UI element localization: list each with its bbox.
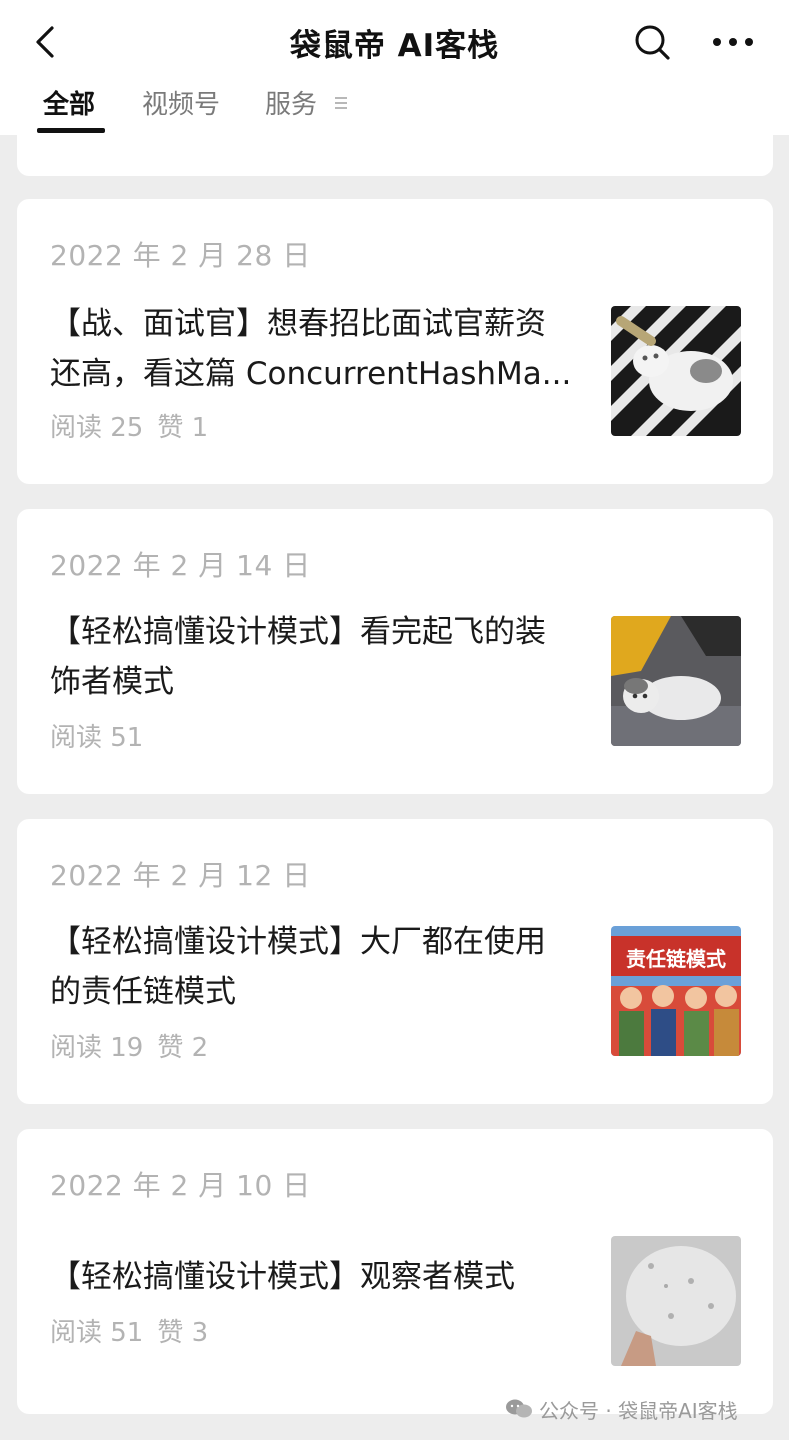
article-title[interactable]: 【战、面试官】想春招比面试官薪资 还高，看这篇 ConcurrentHashMa… [50,299,595,399]
cat-lying-image[interactable] [611,616,741,746]
read-count: 阅读 51 [50,1318,144,1348]
article-date: 2022 年 2 月 10 日 [50,1169,311,1202]
article-card[interactable]: 2022 年 2 月 14 日 【轻松搞懂设计模式】看完起飞的装 饰者模式 阅读… [17,509,773,794]
tab-bar: 全部 视频号 服务 [0,84,789,134]
tab-all[interactable]: 全部 [43,84,95,134]
article-card[interactable]: 2022 年 2 月 12 日 【轻松搞懂设计模式】大厂都在使用 的责任链模式 … [17,819,773,1104]
read-count: 阅读 19 [50,1033,144,1063]
article-card[interactable]: 2022 年 2 月 10 日 【轻松搞懂设计模式】观察者模式 阅读 51 赞 3 [17,1129,773,1414]
like-count: 赞 1 [157,413,209,443]
tab-video[interactable]: 视频号 [142,84,220,134]
article-date: 2022 年 2 月 28 日 [50,239,311,272]
app-header: 袋鼠帝 AI客栈 全部 视频号 服务 [0,0,789,135]
watermark: 公众号 · 袋鼠帝AI客栈 [505,1395,738,1423]
article-date: 2022 年 2 月 14 日 [50,549,311,582]
active-tab-indicator [37,128,105,133]
watermark-text: 公众号 · 袋鼠帝AI客栈 [539,1398,738,1423]
article-title[interactable]: 【轻松搞懂设计模式】观察者模式 [50,1252,595,1302]
like-count: 赞 3 [157,1318,209,1348]
article-stats: 阅读 51 [50,717,171,754]
article-title[interactable]: 【轻松搞懂设计模式】看完起飞的装 饰者模式 [50,607,595,707]
read-count: 阅读 25 [50,413,144,443]
read-count: 阅读 51 [50,723,144,753]
article-stats: 阅读 19 赞 2 [50,1027,222,1064]
tab-services[interactable]: 服务 [265,84,317,134]
more-dots-icon[interactable] [710,26,756,58]
article-card[interactable]: 2022 年 2 月 28 日 【战、面试官】想春招比面试官薪资 还高，看这篇 … [17,199,773,484]
gray-texture-image[interactable] [611,1236,741,1366]
hamburger-icon[interactable] [333,95,349,111]
like-count: 赞 2 [157,1033,209,1063]
article-date: 2022 年 2 月 12 日 [50,859,311,892]
search-icon[interactable] [632,22,672,62]
wechat-icon [505,1398,533,1420]
thumb-text: 责任链模式 [626,947,726,971]
cat-on-pattern-image[interactable] [611,306,741,436]
article-title[interactable]: 【轻松搞懂设计模式】大厂都在使用 的责任链模式 [50,917,595,1017]
article-stats: 阅读 51 赞 3 [50,1312,222,1349]
article-stats: 阅读 25 赞 1 [50,407,222,444]
chain-pattern-poster-image[interactable]: 责任链模式 [611,926,741,1056]
